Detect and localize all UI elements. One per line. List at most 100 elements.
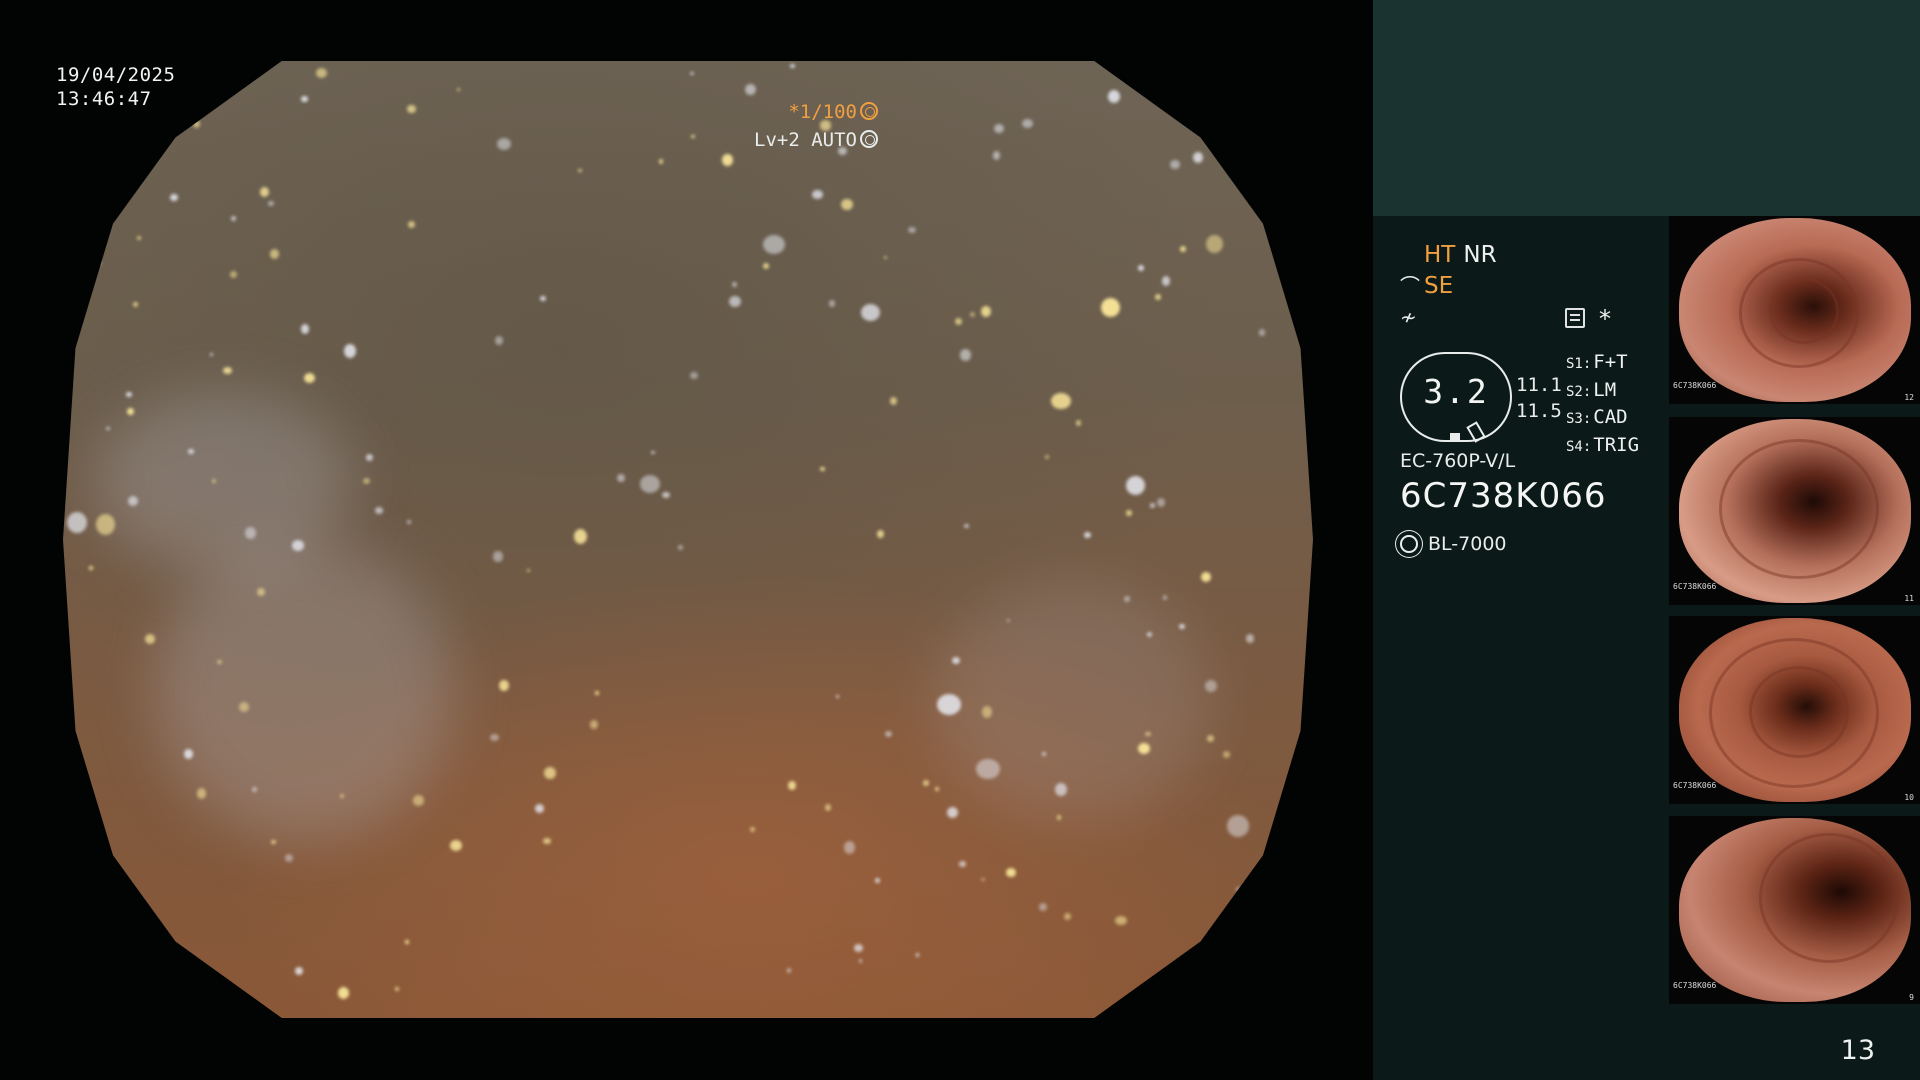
debris-speck xyxy=(662,492,670,498)
thumbnail-serial: 6C738K066 xyxy=(1673,981,1717,990)
thumbnail-number: 11 xyxy=(1904,594,1914,603)
debris-speck xyxy=(132,302,139,308)
debris-speck xyxy=(1179,246,1186,253)
debris-speck xyxy=(1138,742,1150,754)
debris-speck xyxy=(270,839,276,844)
debris-speck xyxy=(490,733,499,741)
debris-speck xyxy=(374,506,383,514)
debris-speck xyxy=(824,803,831,811)
debris-speck xyxy=(192,120,201,128)
debris-speck xyxy=(858,958,863,963)
debris-speck xyxy=(1038,903,1047,911)
debris-speck xyxy=(1007,618,1011,622)
debris-speck xyxy=(1154,293,1162,301)
debris-speck xyxy=(963,523,970,529)
debris-speck xyxy=(875,878,880,884)
main-endoscope-view: 19/04/2025 13:46:47 *1/100 Lv+2 AUTO xyxy=(0,0,1373,1080)
debris-speck xyxy=(1145,731,1151,737)
debris-speck xyxy=(1259,329,1266,336)
debris-speck xyxy=(493,551,503,562)
se-label: SE xyxy=(1424,273,1454,299)
debris-speck xyxy=(650,450,655,454)
debris-speck xyxy=(406,520,412,524)
s3-assignment: S3: CAD xyxy=(1566,406,1628,428)
debris-speck xyxy=(574,528,588,544)
debris-speck xyxy=(1236,887,1241,892)
debris-speck xyxy=(144,634,155,644)
debris-speck xyxy=(66,511,88,534)
exposure-readout: *1/100 Lv+2 AUTO xyxy=(754,98,878,154)
date-text: 19/04/2025 xyxy=(56,64,176,86)
debris-speck xyxy=(981,877,985,881)
debris-speck xyxy=(1201,572,1211,583)
capture-thumbnail[interactable]: 6C738K066 12 xyxy=(1669,216,1920,404)
debris-speck xyxy=(750,827,756,833)
ht-label: HT xyxy=(1424,242,1456,268)
reading-2: 11.5 xyxy=(1516,400,1562,422)
debris-speck xyxy=(230,271,237,279)
debris-speck xyxy=(1207,734,1215,742)
debris-speck xyxy=(877,529,885,538)
debris-speck xyxy=(363,477,371,484)
capture-thumbnail[interactable]: 6C738K066 10 xyxy=(1669,616,1920,804)
debris-speck xyxy=(542,837,551,845)
debris-speck xyxy=(1114,915,1127,926)
debris-speck xyxy=(860,304,881,322)
debris-speck xyxy=(1064,912,1072,920)
debris-speck xyxy=(1108,90,1121,104)
debris-speck xyxy=(544,766,557,780)
debris-speck xyxy=(412,795,424,806)
debris-speck xyxy=(95,260,101,266)
debris-speck xyxy=(337,986,350,1000)
debris-speck xyxy=(1170,159,1180,170)
debris-speck xyxy=(658,158,664,165)
debris-speck xyxy=(976,759,1000,779)
debris-speck xyxy=(1084,531,1091,538)
debris-speck xyxy=(1138,264,1145,272)
debris-speck xyxy=(172,992,180,999)
light-source-text: BL-7000 xyxy=(1428,533,1507,555)
debris-speck xyxy=(494,336,503,346)
debris-speck xyxy=(946,806,959,819)
debris-speck xyxy=(1245,633,1255,643)
fold xyxy=(1719,439,1879,579)
debris-speck xyxy=(908,227,916,234)
debris-speck xyxy=(994,123,1004,134)
debris-speck xyxy=(126,889,131,893)
debris-speck xyxy=(690,134,695,139)
scope-model: EC-760P-V/L xyxy=(1400,450,1516,472)
debris-speck xyxy=(969,311,975,317)
structure-enhance-icon: ⌒ xyxy=(1400,274,1420,298)
thumbnail-serial: 6C738K066 xyxy=(1673,381,1717,390)
gauge-marker xyxy=(1450,433,1460,440)
debris-speck xyxy=(959,861,966,867)
capture-thumbnail[interactable]: 6C738K066 11 xyxy=(1669,417,1920,605)
debris-speck xyxy=(344,344,357,359)
debris-speck xyxy=(95,514,116,535)
exposure-setting: Lv+2 AUTO xyxy=(754,126,878,154)
asterisk-icon: * xyxy=(1599,305,1611,333)
debris-speck xyxy=(408,221,416,229)
debris-speck xyxy=(1222,750,1231,759)
debris-speck xyxy=(170,194,178,202)
debris-speck xyxy=(745,83,756,95)
debris-speck xyxy=(67,980,72,985)
menu-icon xyxy=(1565,308,1585,328)
debris-speck xyxy=(731,281,737,288)
debris-speck xyxy=(270,249,280,259)
debris-speck xyxy=(960,349,972,361)
debris-speck xyxy=(640,475,661,493)
debris-speck xyxy=(1022,118,1033,128)
debris-speck xyxy=(812,190,823,199)
mucus-haze xyxy=(933,581,1213,821)
capture-thumbnail[interactable]: 6C738K066 9 xyxy=(1669,816,1920,1004)
debris-speck xyxy=(196,787,207,799)
debris-speck xyxy=(301,324,310,334)
debris-speck xyxy=(729,295,742,308)
thumbnail-number: 9 xyxy=(1909,993,1914,1002)
debris-speck xyxy=(1005,867,1016,877)
mucus-haze xyxy=(93,391,353,571)
debris-speck xyxy=(835,695,840,699)
debris-speck xyxy=(406,104,416,114)
debris-speck xyxy=(828,300,836,307)
